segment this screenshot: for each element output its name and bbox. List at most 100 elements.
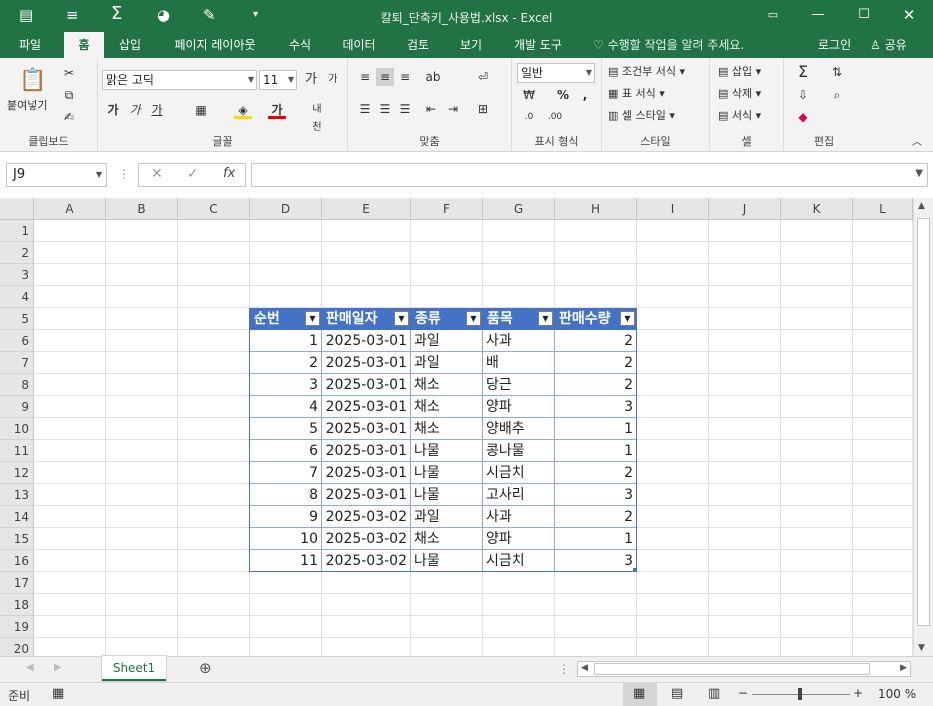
currency-icon[interactable]: ₩ bbox=[520, 86, 538, 104]
scroll-up-icon[interactable]: ▲ bbox=[918, 201, 925, 211]
column-header-j[interactable]: J bbox=[709, 198, 781, 220]
table-cell[interactable]: 4 bbox=[250, 396, 322, 418]
table-cell[interactable]: 1 bbox=[555, 528, 637, 550]
tab-home[interactable]: 홈 bbox=[64, 32, 104, 58]
table-cell[interactable]: 2 bbox=[555, 506, 637, 528]
column-header-f[interactable]: F bbox=[411, 198, 483, 220]
align-center-icon[interactable]: ☰ bbox=[376, 100, 394, 118]
border-icon[interactable]: ▦ bbox=[192, 101, 210, 119]
row-header-1[interactable]: 1 bbox=[0, 220, 34, 242]
select-all-corner[interactable] bbox=[0, 198, 34, 220]
table-cell[interactable]: 사과 bbox=[483, 506, 555, 528]
row-header-18[interactable]: 18 bbox=[0, 594, 34, 616]
row-header-7[interactable]: 7 bbox=[0, 352, 34, 374]
row-header-4[interactable]: 4 bbox=[0, 286, 34, 308]
prev-sheet-icon[interactable]: ◀ bbox=[26, 662, 34, 673]
ribbon-display-icon[interactable]: ▭ bbox=[758, 4, 788, 26]
filter-dropdown-icon[interactable]: ▼ bbox=[466, 311, 481, 326]
collapse-ribbon-icon[interactable]: ︿ bbox=[908, 134, 926, 152]
close-button[interactable]: ✕ bbox=[894, 4, 924, 26]
table-cell[interactable]: 양파 bbox=[483, 396, 555, 418]
spreadsheet-grid[interactable]: A B C D E F G H I J K L 1 2 3 4 5 6 7 8 9 10 11 12 13 14 15 16 17 18 1… bbox=[0, 198, 913, 656]
table-cell[interactable]: 시금치 bbox=[483, 550, 555, 572]
wrap-text-icon[interactable]: ⏎ bbox=[474, 68, 492, 86]
table-header-cell[interactable]: 순번 ▼ bbox=[250, 308, 322, 330]
table-cell[interactable]: 5 bbox=[250, 418, 322, 440]
tab-page-layout[interactable]: 페이지 레이아웃 bbox=[164, 32, 266, 58]
cut-icon[interactable]: ✂ bbox=[60, 64, 78, 82]
column-header-a[interactable]: A bbox=[34, 198, 106, 220]
row-header-12[interactable]: 12 bbox=[0, 462, 34, 484]
macro-record-icon[interactable]: ▦ bbox=[52, 686, 64, 701]
filter-dropdown-icon[interactable]: ▼ bbox=[394, 311, 409, 326]
row-header-20[interactable]: 20 bbox=[0, 638, 34, 656]
font-name-select[interactable]: 맑은 고딕 ▼ bbox=[102, 70, 257, 90]
increase-indent-icon[interactable]: ⇥ bbox=[444, 100, 462, 118]
table-cell[interactable]: 채소 bbox=[411, 528, 483, 550]
column-header-i[interactable]: I bbox=[637, 198, 709, 220]
insert-cells-button[interactable]: ▤ 삽입 ▾ bbox=[718, 64, 761, 80]
table-header-cell[interactable]: 판매일자 ▼ bbox=[322, 308, 411, 330]
zoom-level[interactable]: 100 % bbox=[878, 687, 916, 701]
align-bottom-icon[interactable]: ≡ bbox=[396, 68, 414, 86]
table-cell[interactable]: 채소 bbox=[411, 396, 483, 418]
table-cell[interactable]: 콩나물 bbox=[483, 440, 555, 462]
tab-formulas[interactable]: 수식 bbox=[280, 32, 320, 58]
paste-label[interactable]: 붙여넣기 bbox=[7, 98, 47, 114]
table-cell[interactable]: 양배추 bbox=[483, 418, 555, 440]
clear-icon[interactable]: ◆ bbox=[794, 108, 812, 126]
column-header-c[interactable]: C bbox=[178, 198, 250, 220]
row-header-10[interactable]: 10 bbox=[0, 418, 34, 440]
table-cell[interactable]: 2025-03-01 bbox=[322, 374, 411, 396]
sort-filter-icon[interactable]: ⇅ bbox=[828, 63, 846, 81]
fill-color-icon[interactable]: ◈ bbox=[234, 101, 252, 119]
table-cell[interactable]: 1 bbox=[555, 418, 637, 440]
table-cell[interactable]: 채소 bbox=[411, 418, 483, 440]
chevron-down-icon[interactable]: ▼ bbox=[915, 168, 923, 179]
scroll-down-icon[interactable]: ▼ bbox=[918, 643, 925, 653]
filter-dropdown-icon[interactable]: ▼ bbox=[538, 311, 553, 326]
cell-styles-button[interactable]: ▥ 셀 스타일 ▾ bbox=[608, 108, 675, 124]
number-format-select[interactable]: 일반 ▼ bbox=[517, 63, 595, 83]
shrink-font-icon[interactable]: 가 bbox=[324, 71, 342, 89]
row-header-11[interactable]: 11 bbox=[0, 440, 34, 462]
font-color-icon[interactable]: 가 bbox=[268, 101, 286, 119]
table-cell[interactable]: 2 bbox=[555, 352, 637, 374]
table-cell[interactable]: 2025-03-01 bbox=[322, 484, 411, 506]
table-cell[interactable]: 11 bbox=[250, 550, 322, 572]
next-sheet-icon[interactable]: ▶ bbox=[54, 662, 62, 673]
cancel-icon[interactable]: ✕ bbox=[151, 166, 163, 182]
table-cell[interactable]: 배 bbox=[483, 352, 555, 374]
scroll-left-icon[interactable]: ◀ bbox=[581, 663, 588, 673]
sheet-tab-sheet1[interactable]: Sheet1 bbox=[102, 656, 166, 681]
table-cell[interactable]: 2025-03-01 bbox=[322, 462, 411, 484]
find-icon[interactable]: ⌕ bbox=[828, 86, 846, 104]
table-cell[interactable]: 10 bbox=[250, 528, 322, 550]
row-header-16[interactable]: 16 bbox=[0, 550, 34, 572]
align-left-icon[interactable]: ☰ bbox=[356, 100, 374, 118]
table-cell[interactable]: 3 bbox=[250, 374, 322, 396]
column-header-b[interactable]: B bbox=[106, 198, 178, 220]
table-cell[interactable]: 시금치 bbox=[483, 462, 555, 484]
table-header-cell[interactable]: 종류 ▼ bbox=[411, 308, 483, 330]
row-header-13[interactable]: 13 bbox=[0, 484, 34, 506]
row-header-14[interactable]: 14 bbox=[0, 506, 34, 528]
table-cell[interactable]: 2025-03-02 bbox=[322, 528, 411, 550]
row-header-19[interactable]: 19 bbox=[0, 616, 34, 638]
filter-dropdown-icon[interactable]: ▼ bbox=[620, 311, 635, 326]
horizontal-scrollbar[interactable]: ◀ ▶ bbox=[577, 661, 911, 677]
table-cell[interactable]: 과일 bbox=[411, 352, 483, 374]
enter-icon[interactable]: ✓ bbox=[187, 166, 199, 182]
row-header-2[interactable]: 2 bbox=[0, 242, 34, 264]
table-resize-handle[interactable] bbox=[633, 568, 637, 572]
table-cell[interactable]: 당근 bbox=[483, 374, 555, 396]
italic-button[interactable]: 가 bbox=[126, 101, 144, 119]
zoom-slider-thumb[interactable] bbox=[798, 688, 802, 700]
tell-me-box[interactable]: ♡ 수행할 작업을 알려 주세요. bbox=[593, 32, 744, 58]
tab-split-handle-icon[interactable]: ⋮ bbox=[558, 662, 570, 676]
row-header-3[interactable]: 3 bbox=[0, 264, 34, 286]
table-cell[interactable]: 2025-03-01 bbox=[322, 440, 411, 462]
tab-file[interactable]: 파일 bbox=[8, 32, 52, 58]
table-header-cell[interactable]: 품목 ▼ bbox=[483, 308, 555, 330]
table-cell[interactable]: 고사리 bbox=[483, 484, 555, 506]
